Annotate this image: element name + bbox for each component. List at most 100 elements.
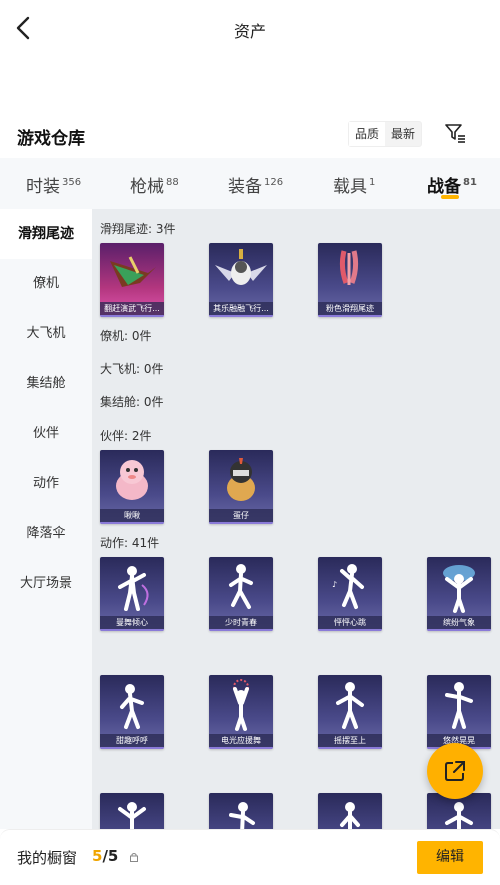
item-name: 曼舞倾心	[100, 616, 164, 629]
item-name: 啾啾	[100, 509, 164, 522]
item-card[interactable]: 粉色滑翔尾迹	[318, 243, 382, 317]
rarity-bar	[427, 629, 491, 631]
tab-label: 枪械	[130, 177, 164, 197]
rarity-bar	[318, 315, 382, 317]
rarity-bar	[318, 629, 382, 631]
sidebar-item-big-plane[interactable]: 大飞机	[0, 309, 92, 359]
edit-button[interactable]: 编辑	[417, 841, 483, 874]
emote-figure-art	[340, 802, 360, 829]
item-card[interactable]: 甜趣呼呼	[100, 675, 164, 749]
category-tabs: 时装 356 枪械 88 装备 126 载具 1 战备 81	[0, 158, 500, 209]
item-card[interactable]: 啾啾	[100, 450, 164, 524]
emote-figure-art	[229, 802, 255, 829]
tab-label: 载具	[333, 177, 367, 197]
showcase-count-total: 5	[107, 847, 119, 865]
sidebar-item-emote[interactable]: 动作	[0, 459, 92, 509]
glide-trail-art	[215, 249, 267, 285]
item-name: 摇摆至上	[318, 734, 382, 747]
share-icon	[445, 761, 465, 781]
warehouse-title: 游戏仓库	[17, 129, 85, 149]
glide-trail-art	[339, 250, 359, 285]
tab-count: 88	[166, 177, 179, 188]
item-card[interactable]	[318, 793, 382, 829]
share-button[interactable]	[427, 743, 483, 799]
emote-figure-art	[443, 565, 475, 613]
item-card[interactable]: 悠然晃晃	[427, 675, 491, 749]
section-header-partner: 伙伴: 2件	[100, 429, 152, 443]
tab-count: 81	[463, 177, 477, 188]
item-card[interactable]: 电光应援舞	[209, 675, 273, 749]
tab-vehicles[interactable]: 载具 1	[333, 172, 375, 197]
item-card[interactable]: ♪ 怦怦心跳	[318, 557, 382, 631]
filter-icon[interactable]	[444, 122, 466, 144]
glide-trail-art	[110, 256, 156, 287]
item-name: 怦怦心跳	[318, 616, 382, 629]
item-name: 蛋仔	[209, 509, 273, 522]
emote-figure-art	[445, 682, 473, 729]
tab-label: 时装	[26, 177, 60, 197]
tab-fashion[interactable]: 时装 356	[26, 172, 81, 197]
rarity-bar	[209, 315, 273, 317]
item-card[interactable]	[100, 793, 164, 829]
showcase-count-current: 5	[92, 847, 103, 865]
partner-art	[227, 458, 255, 501]
item-name: 其乐融融飞行...	[209, 302, 273, 315]
emote-figure-art	[118, 802, 146, 829]
sort-quality-option[interactable]: 品质	[349, 122, 386, 146]
item-card[interactable]: 蛋仔	[209, 450, 273, 524]
item-grid-panel: 滑翔尾迹: 3件 翻赶演武飞行... 其乐融融飞行... 粉色滑翔尾迹 僚机: …	[92, 209, 500, 829]
showcase-label: 我的橱窗	[17, 849, 78, 867]
rarity-bar	[100, 747, 164, 749]
sidebar-item-glide-trail[interactable]: 滑翔尾迹	[0, 209, 92, 259]
tab-label: 战备	[427, 177, 461, 197]
section-header-wingman: 僚机: 0件	[100, 329, 152, 343]
emote-figure-art	[336, 682, 364, 729]
tab-label: 装备	[228, 177, 262, 197]
section-header-big-plane: 大飞机: 0件	[100, 362, 164, 376]
item-card[interactable]: 其乐融融飞行...	[209, 243, 273, 317]
svg-text:♪: ♪	[332, 580, 337, 589]
emote-figure-art	[120, 684, 144, 729]
item-card[interactable]: 缤纷气象	[427, 557, 491, 631]
partner-art	[116, 460, 148, 500]
category-sidebar: 滑翔尾迹 僚机 大飞机 集结舱 伙伴 动作 降落伞 大厅场景	[0, 209, 92, 829]
tab-equipment[interactable]: 装备 126	[228, 172, 283, 197]
item-name: 甜趣呼呼	[100, 734, 164, 747]
item-name: 少时青春	[209, 616, 273, 629]
rarity-bar	[318, 747, 382, 749]
emote-figure-art	[233, 679, 249, 731]
sidebar-item-partner[interactable]: 伙伴	[0, 409, 92, 459]
item-card[interactable]: 曼舞倾心	[100, 557, 164, 631]
rarity-bar	[209, 522, 273, 524]
sidebar-item-parachute[interactable]: 降落伞	[0, 509, 92, 559]
showcase-count: 5/5	[92, 847, 118, 865]
lock-icon	[130, 853, 138, 862]
sort-toggle: 品质 最新	[348, 121, 423, 147]
item-name: 粉色滑翔尾迹	[318, 302, 382, 315]
section-header-assembly: 集结舱: 0件	[100, 395, 164, 409]
rarity-bar	[209, 629, 273, 631]
tab-battle-prep[interactable]: 战备 81	[427, 172, 477, 197]
tab-count: 1	[369, 177, 376, 188]
emote-figure-art: ♪	[332, 564, 364, 609]
item-card[interactable]: 摇摆至上	[318, 675, 382, 749]
sidebar-item-wingman[interactable]: 僚机	[0, 259, 92, 309]
sidebar-item-assembly-pod[interactable]: 集结舱	[0, 359, 92, 409]
sidebar-item-lobby-scene[interactable]: 大厅场景	[0, 559, 92, 609]
emote-figure-art	[229, 564, 253, 609]
item-card[interactable]: 翻赶演武飞行...	[100, 243, 164, 317]
section-header-glide-trail: 滑翔尾迹: 3件	[100, 222, 176, 236]
warehouse-header: 游戏仓库 品质 最新	[0, 118, 500, 154]
item-name: 缤纷气象	[427, 616, 491, 629]
tab-firearms[interactable]: 枪械 88	[130, 172, 179, 197]
item-name: 翻赶演武飞行...	[100, 302, 164, 315]
page-title: 资产	[233, 22, 266, 41]
item-name: 电光应援舞	[209, 734, 273, 747]
sort-latest-option[interactable]: 最新	[385, 122, 421, 146]
item-card[interactable]: 少时青春	[209, 557, 273, 631]
emote-figure-art	[118, 566, 149, 611]
top-bar: 资产	[0, 0, 500, 58]
tab-count: 356	[62, 177, 82, 188]
showcase-bar: 我的橱窗 5/5 编辑	[0, 829, 500, 885]
item-card[interactable]	[209, 793, 273, 829]
